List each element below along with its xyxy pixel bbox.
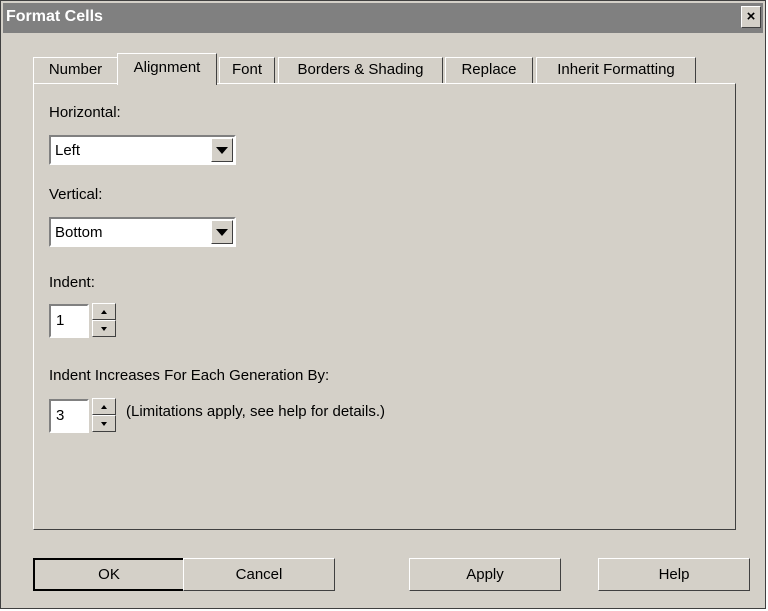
cancel-button-label: Cancel (235, 566, 283, 583)
tab-alignment[interactable]: Alignment (117, 53, 217, 85)
close-icon: × (746, 8, 756, 25)
chevron-down-icon (216, 146, 228, 154)
generation-indent-note: (Limitations apply, see help for details… (126, 403, 386, 420)
indent-spin-down-button[interactable] (92, 320, 116, 337)
generation-indent-input[interactable]: 3 (49, 399, 89, 433)
spin-down-icon (101, 326, 107, 331)
horizontal-select[interactable]: Left (49, 135, 236, 165)
generation-indent-label: Indent Increases For Each Generation By: (49, 367, 330, 384)
apply-button-label: Apply (466, 566, 504, 583)
spin-up-icon (101, 404, 107, 409)
spin-down-icon (101, 421, 107, 426)
cancel-button[interactable]: Cancel (183, 558, 335, 591)
tab-borders-shading-label: Borders & Shading (297, 61, 424, 78)
generation-indent-value: 3 (56, 407, 65, 424)
help-button[interactable]: Help (598, 558, 750, 591)
help-button-label: Help (658, 566, 690, 583)
tab-number-label: Number (48, 61, 103, 78)
indent-value: 1 (56, 312, 65, 329)
title-bar[interactable]: Format Cells × (3, 3, 763, 33)
indent-label: Indent: (49, 274, 95, 291)
generation-indent-spin-up-button[interactable] (92, 398, 116, 415)
horizontal-dropdown-button[interactable] (211, 138, 233, 162)
alignment-panel: Horizontal: Left Vertical: Bottom Indent… (33, 83, 736, 530)
indent-input[interactable]: 1 (49, 304, 89, 338)
apply-button[interactable]: Apply (409, 558, 561, 591)
spin-up-icon (101, 309, 107, 314)
chevron-down-icon (216, 228, 228, 236)
vertical-dropdown-button[interactable] (211, 220, 233, 244)
vertical-label: Vertical: (49, 186, 103, 203)
tab-number[interactable]: Number (33, 57, 118, 83)
tab-borders-shading[interactable]: Borders & Shading (278, 57, 443, 83)
ok-button[interactable]: OK (33, 558, 185, 591)
indent-spin-up-button[interactable] (92, 303, 116, 320)
tab-alignment-label: Alignment (133, 59, 201, 76)
dialog-title: Format Cells (6, 8, 103, 25)
format-cells-dialog: Format Cells × Number Alignment Font Bor… (0, 0, 766, 609)
vertical-select-value: Bottom (55, 224, 103, 241)
vertical-select[interactable]: Bottom (49, 217, 236, 247)
ok-button-label: OK (98, 566, 120, 583)
tab-replace-label: Replace (461, 61, 517, 78)
generation-indent-spin-down-button[interactable] (92, 415, 116, 432)
tab-inherit-formatting[interactable]: Inherit Formatting (536, 57, 696, 83)
horizontal-select-value: Left (55, 142, 81, 159)
tab-inherit-formatting-label: Inherit Formatting (557, 61, 675, 78)
tab-font[interactable]: Font (219, 57, 275, 83)
horizontal-label: Horizontal: (49, 104, 121, 121)
tab-font-label: Font (231, 61, 262, 78)
tab-replace[interactable]: Replace (445, 57, 533, 83)
close-button[interactable]: × (741, 6, 761, 28)
